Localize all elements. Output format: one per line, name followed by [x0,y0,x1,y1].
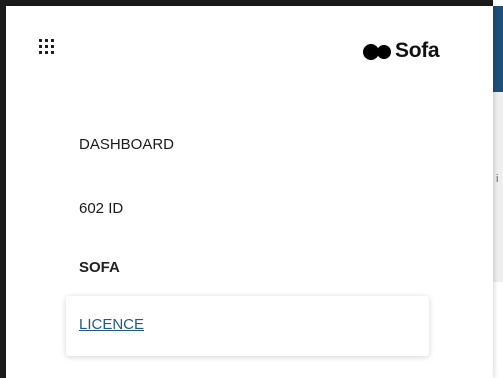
apps-dot [39,45,42,48]
apps-dot [51,51,54,54]
apps-dot [51,45,54,48]
nav-item-licence[interactable]: LICENCE [79,316,144,333]
apps-dot [39,39,42,42]
background-partial-text: i [496,173,499,185]
nav-item-sofa[interactable]: SOFA [79,259,120,276]
apps-dot [45,39,48,42]
logo-circle [377,45,391,59]
apps-grid-icon[interactable] [36,36,60,60]
sofa-logo[interactable]: Sofa [361,39,440,63]
logo-circles-icon [361,41,401,61]
background-content [493,92,503,282]
side-menu-panel: Sofa DASHBOARD 602 ID SOFA LICENCE [6,6,493,378]
nav-item-602-id[interactable]: 602 ID [79,200,123,217]
screen: i Sofa DASHBOARD 602 ID SOFA LICENCE [0,0,503,378]
apps-dot [39,51,42,54]
background-header-accent [493,6,503,92]
apps-dot [51,39,54,42]
nav-item-dashboard[interactable]: DASHBOARD [79,136,174,153]
logo-text: Sofa [395,39,440,62]
nav-item-licence-card[interactable]: LICENCE [66,296,429,356]
apps-dot [45,51,48,54]
apps-dot [45,45,48,48]
